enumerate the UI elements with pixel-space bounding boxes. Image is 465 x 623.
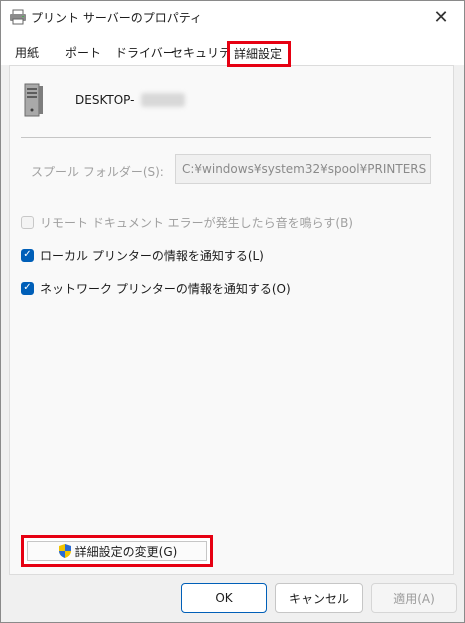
tab-paper[interactable]: 用紙 — [11, 43, 43, 65]
checkbox-checked-icon[interactable]: ✓ — [21, 281, 34, 295]
divider — [21, 137, 431, 138]
option-remote-error-sound: リモート ドキュメント エラーが発生したら音を鳴らす(B) — [21, 213, 353, 231]
spool-folder-field: C:¥windows¥system32¥spool¥PRINTERS — [175, 154, 431, 184]
spool-folder-label: スプール フォルダー(S): — [31, 165, 164, 179]
option-network-printer-notify[interactable]: ✓ ネットワーク プリンターの情報を通知する(O) — [21, 279, 291, 297]
server-name: DESKTOP- — [75, 93, 135, 107]
print-server-properties-window: プリント サーバーのプロパティ ✕ 用紙 ポート ドライバー セキュリティ 詳細… — [0, 0, 465, 623]
cancel-button[interactable]: キャンセル — [275, 583, 363, 613]
close-button[interactable]: ✕ — [418, 1, 464, 33]
uac-shield-icon — [58, 544, 71, 558]
checkbox-unchecked-icon — [21, 215, 34, 229]
checkbox-checked-icon[interactable]: ✓ — [21, 248, 34, 262]
option-label: リモート ドキュメント エラーが発生したら音を鳴らす(B) — [40, 215, 353, 230]
tab-advanced-label: 詳細設定 — [234, 47, 283, 61]
close-icon: ✕ — [433, 6, 449, 28]
ok-button[interactable]: OK — [181, 583, 267, 613]
option-label[interactable]: ネットワーク プリンターの情報を通知する(O) — [40, 280, 291, 297]
redacted-hostname — [141, 93, 185, 107]
change-advanced-settings-button[interactable]: 詳細設定の変更(G) — [27, 541, 207, 561]
server-icon — [24, 83, 43, 117]
option-label[interactable]: ローカル プリンターの情報を通知する(L) — [40, 247, 264, 264]
tab-ports[interactable]: ポート — [61, 43, 105, 65]
apply-button[interactable]: 適用(A) — [371, 583, 457, 613]
change-advanced-settings-highlight: 詳細設定の変更(G) — [21, 535, 213, 567]
advanced-settings-panel — [9, 65, 454, 575]
change-advanced-settings-label: 詳細設定の変更(G) — [74, 544, 178, 559]
option-local-printer-notify[interactable]: ✓ ローカル プリンターの情報を通知する(L) — [21, 246, 264, 264]
tab-advanced[interactable]: 詳細設定 — [227, 41, 291, 67]
title-bar: プリント サーバーのプロパティ ✕ — [1, 1, 464, 33]
printer-icon — [10, 9, 26, 25]
window-title: プリント サーバーのプロパティ — [31, 11, 202, 25]
